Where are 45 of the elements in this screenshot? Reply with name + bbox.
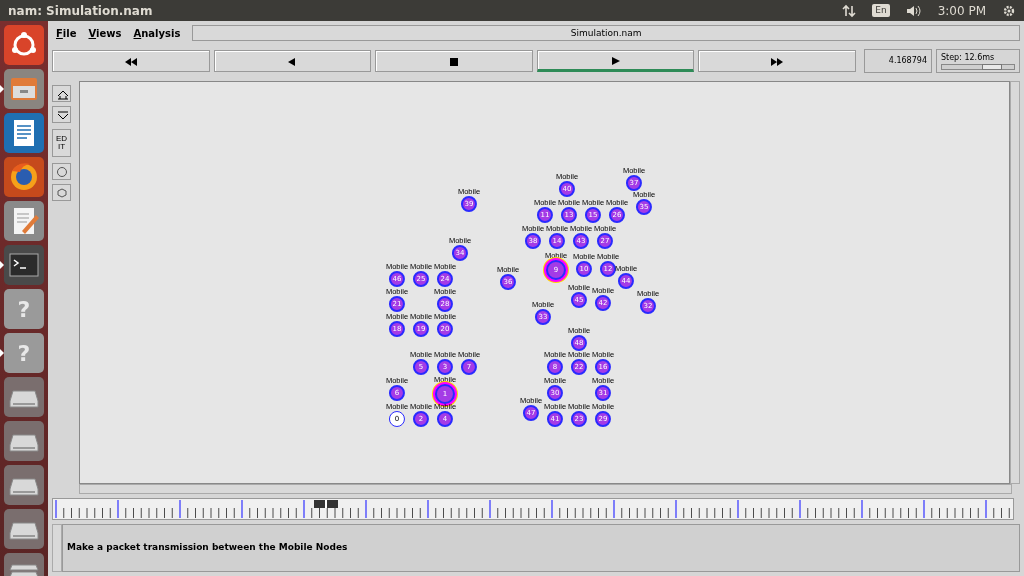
play-backward-button[interactable] (213, 50, 372, 73)
time-marker[interactable] (314, 500, 338, 508)
edit-tool[interactable]: EDIT (52, 129, 71, 158)
settings-icon[interactable] (1002, 3, 1016, 18)
shape-tool[interactable] (52, 163, 71, 181)
speaker-icon[interactable] (905, 3, 922, 18)
step-label: Step: 12.6ms (939, 52, 996, 65)
keyboard-layout[interactable]: En (872, 3, 890, 18)
step-slider[interactable] (940, 64, 1015, 71)
shape-tool[interactable] (52, 184, 71, 202)
drive-icon[interactable] (4, 509, 44, 550)
stop-icon (447, 56, 461, 67)
rewind-button[interactable] (52, 50, 210, 73)
ubuntu-logo-icon[interactable] (4, 25, 44, 66)
time-readout: 4.168794 (863, 49, 932, 74)
horizontal-scrollbar[interactable] (79, 484, 1012, 494)
vertical-scrollbar[interactable] (1010, 81, 1020, 484)
fast-forward-button[interactable] (698, 50, 856, 73)
document-icon[interactable] (4, 113, 44, 154)
zoom-tool[interactable] (52, 85, 71, 103)
annotation-text: Make a packet transmission between the Mobile Nodes (62, 524, 1020, 572)
menu-item[interactable]: Views (84, 25, 126, 41)
fast-forward-icon (770, 56, 785, 67)
drive-icon[interactable] (4, 465, 44, 506)
drive-icon[interactable] (4, 421, 44, 462)
file-drawer-icon[interactable] (4, 69, 44, 110)
timeline-track[interactable] (52, 498, 1014, 520)
slider-thumb[interactable] (982, 64, 1003, 71)
play-button[interactable] (536, 50, 695, 73)
circle-icon (55, 165, 68, 178)
window-title: nam: Simulation.nam (8, 2, 153, 20)
stop-button[interactable] (375, 50, 533, 73)
text-editor-icon[interactable] (4, 201, 44, 242)
hexagon-icon (55, 186, 68, 199)
message-scrollbar[interactable] (52, 524, 62, 572)
menu-item[interactable]: File (52, 25, 81, 41)
zoom-tool[interactable] (52, 106, 71, 124)
file-name-field: Simulation.nam (192, 25, 1020, 42)
zoom-out-icon (55, 108, 68, 121)
clock-text[interactable]: 3:00 PM (937, 1, 986, 20)
rewind-icon (123, 56, 138, 67)
network-arrows-icon[interactable] (842, 3, 857, 18)
drive-icon[interactable] (4, 377, 44, 418)
menu-item[interactable]: Analysis (129, 25, 185, 41)
terminal-icon[interactable] (4, 245, 44, 286)
